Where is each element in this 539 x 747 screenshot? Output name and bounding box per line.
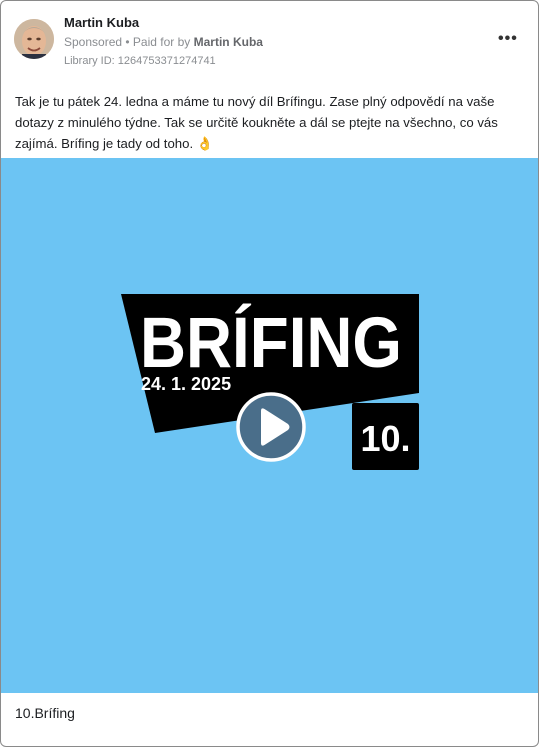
video-date: 24. 1. 2025 — [141, 374, 231, 394]
video-thumbnail[interactable]: BRÍFING 24. 1. 2025 10. — [1, 158, 538, 693]
more-options-icon[interactable]: ••• — [498, 30, 518, 48]
sponsored-label: Sponsored — [64, 35, 123, 49]
library-id: Library ID: 1264753371274741 — [64, 55, 216, 67]
play-icon[interactable] — [236, 392, 306, 462]
video-artwork: BRÍFING 24. 1. 2025 10. — [121, 294, 419, 470]
video-caption: 10.Brífing — [15, 705, 75, 721]
sponsored-line: Sponsored • Paid for by Martin Kuba — [64, 35, 263, 49]
author-name[interactable]: Martin Kuba — [64, 15, 139, 30]
author-avatar[interactable] — [14, 19, 54, 59]
paid-by-name[interactable]: Martin Kuba — [194, 35, 263, 49]
ad-card: Martin Kuba Sponsored • Paid for by Mart… — [0, 0, 539, 747]
post-text: Tak je tu pátek 24. ledna a máme tu nový… — [15, 94, 498, 151]
paid-for-label: • Paid for by — [125, 35, 191, 49]
video-title: BRÍFING — [140, 304, 402, 383]
avatar-face-icon — [14, 19, 54, 59]
episode-number: 10. — [360, 418, 410, 459]
